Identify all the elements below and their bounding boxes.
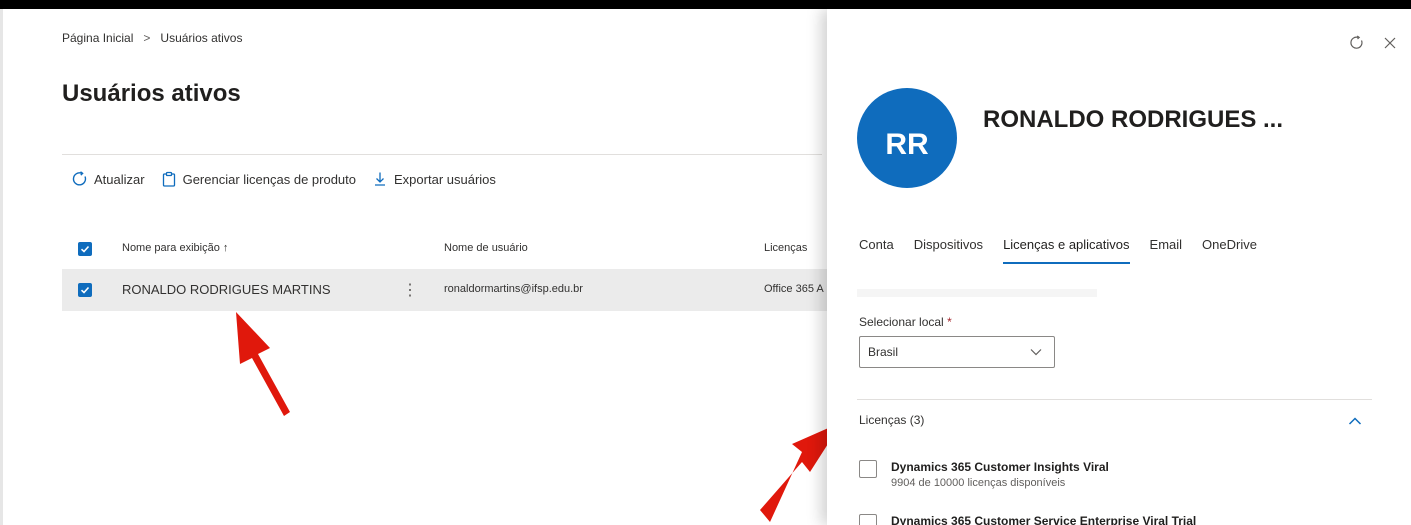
table-row[interactable]: RONALDO RODRIGUES MARTINS ⋮ ronaldormart… — [62, 269, 835, 311]
manage-licenses-button[interactable]: Gerenciar licenças de produto — [161, 171, 356, 187]
manage-licenses-label: Gerenciar licenças de produto — [182, 171, 357, 187]
clipboard-icon — [161, 171, 177, 187]
page-title: Usuários ativos — [62, 80, 241, 107]
license-item[interactable]: Dynamics 365 Customer Insights Viral 990… — [859, 460, 1109, 489]
refresh-icon — [72, 171, 88, 187]
breadcrumb-separator: > — [143, 31, 151, 45]
license-availability: 9904 de 10000 licenças disponíveis — [891, 477, 1066, 489]
breadcrumb-current: Usuários ativos — [160, 31, 243, 45]
left-edge — [0, 9, 3, 525]
section-divider — [857, 399, 1372, 400]
tab-onedrive[interactable]: OneDrive — [1202, 237, 1257, 264]
location-label-text: Selecionar local — [859, 315, 944, 329]
license-name: Dynamics 365 Customer Service Enterprise… — [891, 514, 1197, 525]
close-icon[interactable] — [1383, 36, 1397, 55]
license-item[interactable]: Dynamics 365 Customer Service Enterprise… — [859, 514, 1196, 525]
required-marker: * — [947, 315, 952, 329]
license-name: Dynamics 365 Customer Insights Viral — [891, 460, 1109, 474]
header-licenses[interactable]: Licenças — [764, 242, 807, 254]
export-users-button[interactable]: Exportar usuários — [372, 171, 496, 187]
command-bar: Atualizar Gerenciar licenças de produto … — [72, 171, 512, 187]
title-divider — [62, 154, 822, 155]
table-header: Nome para exibição ↑ Nome de usuário Lic… — [62, 236, 835, 264]
tab-dispositivos[interactable]: Dispositivos — [914, 237, 983, 264]
row-username: ronaldormartins@ifsp.edu.br — [444, 283, 583, 295]
user-details-panel: RR RONALDO RODRIGUES ... Conta Dispositi… — [827, 9, 1411, 525]
refresh-button[interactable]: Atualizar — [72, 171, 145, 187]
location-label: Selecionar local * — [859, 315, 952, 329]
row-licenses: Office 365 A — [764, 283, 824, 295]
select-all-checkbox[interactable] — [78, 242, 92, 256]
faint-description — [857, 289, 1097, 297]
license-checkbox[interactable] — [859, 514, 877, 525]
download-icon — [372, 171, 388, 187]
location-dropdown[interactable]: Brasil — [859, 336, 1055, 368]
tab-email[interactable]: Email — [1150, 237, 1183, 264]
row-more-options[interactable]: ⋮ — [402, 280, 418, 300]
license-checkbox[interactable] — [859, 460, 877, 478]
chevron-up-icon[interactable] — [1348, 413, 1362, 431]
location-value: Brasil — [868, 345, 899, 359]
export-users-label: Exportar usuários — [394, 171, 496, 187]
top-border — [0, 0, 1411, 9]
chevron-down-icon — [1030, 345, 1042, 359]
tab-licencas-e-aplicativos[interactable]: Licenças e aplicativos — [1003, 237, 1130, 264]
panel-controls — [1349, 35, 1397, 56]
header-display-name[interactable]: Nome para exibição ↑ — [122, 242, 228, 254]
user-name: RONALDO RODRIGUES ... — [983, 106, 1284, 133]
row-display-name[interactable]: RONALDO RODRIGUES MARTINS — [122, 282, 331, 297]
refresh-label: Atualizar — [94, 171, 145, 187]
header-username[interactable]: Nome de usuário — [444, 242, 528, 254]
licenses-header[interactable]: Licenças (3) — [859, 413, 924, 427]
avatar: RR — [857, 88, 957, 188]
row-checkbox[interactable] — [78, 283, 92, 297]
refresh-icon[interactable] — [1349, 35, 1365, 56]
panel-tabs: Conta Dispositivos Licenças e aplicativo… — [859, 237, 1257, 264]
breadcrumb: Página Inicial > Usuários ativos — [62, 31, 242, 45]
tab-conta[interactable]: Conta — [859, 237, 894, 264]
breadcrumb-home[interactable]: Página Inicial — [62, 31, 133, 45]
red-arrow-icon — [236, 312, 290, 416]
